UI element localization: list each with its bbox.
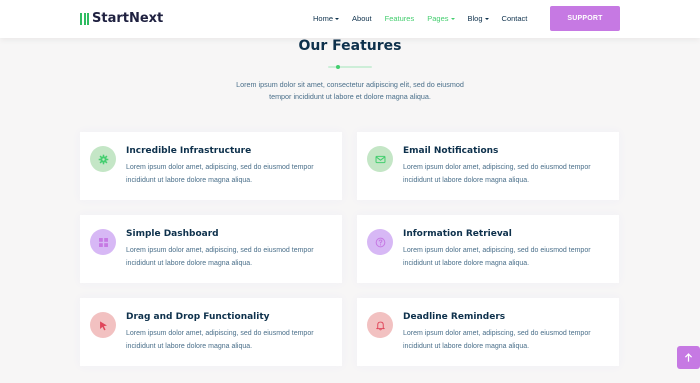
feature-card-retrieval: Information Retrieval Lorem ipsum dolor …	[357, 215, 619, 283]
nav-item-features[interactable]: Features	[385, 14, 415, 23]
feature-card-reminders: Deadline Reminders Lorem ipsum dolor ame…	[357, 298, 619, 366]
feature-card-email: Email Notifications Lorem ipsum dolor am…	[357, 132, 619, 200]
nav-item-pages[interactable]: Pages	[427, 14, 455, 23]
nav-label-features: Features	[384, 14, 415, 23]
description-line-1: Lorem ipsum dolor sit amet, consectetur …	[236, 80, 464, 89]
feature-card-drag-drop: Drag and Drop Functionality Lorem ipsum …	[80, 298, 342, 366]
feature-text-line-2: incididunt ut labore dolore magna aliqua…	[126, 342, 253, 350]
feature-card-infrastructure: Incredible Infrastructure Lorem ipsum do…	[80, 132, 342, 200]
logo-bars-icon	[80, 12, 89, 25]
nav-label-pages: Pages	[427, 14, 449, 23]
logo[interactable]: StartNext	[80, 11, 163, 26]
feature-text: Lorem ipsum dolor amet, adipiscing, sed …	[126, 245, 338, 270]
nav-item-contact[interactable]: Contact	[502, 14, 528, 23]
arrow-up-icon	[684, 353, 693, 362]
feature-text-line-2: incididunt ut labore dolore magna aliqua…	[403, 176, 530, 184]
feature-text: Lorem ipsum dolor amet, adipiscing, sed …	[126, 162, 338, 187]
title-divider-dot	[336, 65, 340, 69]
feature-text-line-1: Lorem ipsum dolor amet, adipiscing, sed …	[126, 247, 314, 254]
nav-label-home: Home	[313, 14, 334, 23]
feature-text-line-1: Lorem ipsum dolor amet, adipiscing, sed …	[403, 164, 591, 171]
feature-text-line-1: Lorem ipsum dolor amet, adipiscing, sed …	[403, 330, 591, 337]
section-description: Lorem ipsum dolor sit amet, consectetur …	[0, 79, 700, 103]
feature-title: Drag and Drop Functionality	[126, 312, 270, 322]
chevron-down-icon	[484, 17, 489, 20]
nav-label-blog: Blog	[467, 14, 483, 23]
feature-title: Information Retrieval	[403, 229, 512, 239]
grid-icon	[90, 229, 116, 255]
nav-item-home[interactable]: Home	[313, 14, 340, 23]
gear-icon	[90, 146, 116, 172]
feature-title: Deadline Reminders	[403, 312, 506, 322]
back-to-top-button[interactable]	[677, 346, 700, 369]
feature-title: Email Notifications	[403, 146, 499, 156]
chevron-down-icon	[335, 17, 340, 20]
feature-text: Lorem ipsum dolor amet, adipiscing, sed …	[403, 162, 615, 187]
nav-label-about: About	[352, 14, 372, 23]
feature-text-line-2: incididunt ut labore dolore magna aliqua…	[403, 259, 530, 267]
feature-title: Simple Dashboard	[126, 229, 219, 239]
mail-icon	[367, 146, 393, 172]
feature-text: Lorem ipsum dolor amet, adipiscing, sed …	[403, 328, 615, 353]
feature-text-line-2: incididunt ut labore dolore magna aliqua…	[126, 176, 253, 184]
main-nav: Home About Features Pages Blog Contact	[313, 14, 540, 23]
feature-text-line-2: incididunt ut labore dolore magna aliqua…	[403, 342, 530, 350]
help-circle-icon	[367, 229, 393, 255]
cursor-icon	[90, 312, 116, 338]
nav-item-blog[interactable]: Blog	[468, 14, 489, 23]
feature-text: Lorem ipsum dolor amet, adipiscing, sed …	[403, 245, 615, 270]
description-line-2: tempor incididunt ut labore et dolore ma…	[269, 92, 431, 101]
bell-icon	[367, 312, 393, 338]
chevron-down-icon	[450, 17, 455, 20]
title-divider	[328, 66, 372, 68]
feature-card-dashboard: Simple Dashboard Lorem ipsum dolor amet,…	[80, 215, 342, 283]
feature-text-line-1: Lorem ipsum dolor amet, adipiscing, sed …	[403, 247, 591, 254]
support-button[interactable]: SUPPORT	[550, 6, 620, 31]
feature-text-line-1: Lorem ipsum dolor amet, adipiscing, sed …	[126, 164, 314, 171]
section-title: Our Features	[298, 38, 402, 54]
site-header: StartNext Home About Features Pages Blog…	[0, 0, 700, 38]
feature-text-line-2: incididunt ut labore dolore magna aliqua…	[126, 259, 253, 267]
nav-item-about[interactable]: About	[352, 14, 372, 23]
logo-text: StartNext	[92, 11, 164, 26]
feature-title: Incredible Infrastructure	[126, 146, 252, 156]
feature-text-line-1: Lorem ipsum dolor amet, adipiscing, sed …	[126, 330, 314, 337]
nav-label-contact: Contact	[501, 14, 528, 23]
feature-text: Lorem ipsum dolor amet, adipiscing, sed …	[126, 328, 338, 353]
